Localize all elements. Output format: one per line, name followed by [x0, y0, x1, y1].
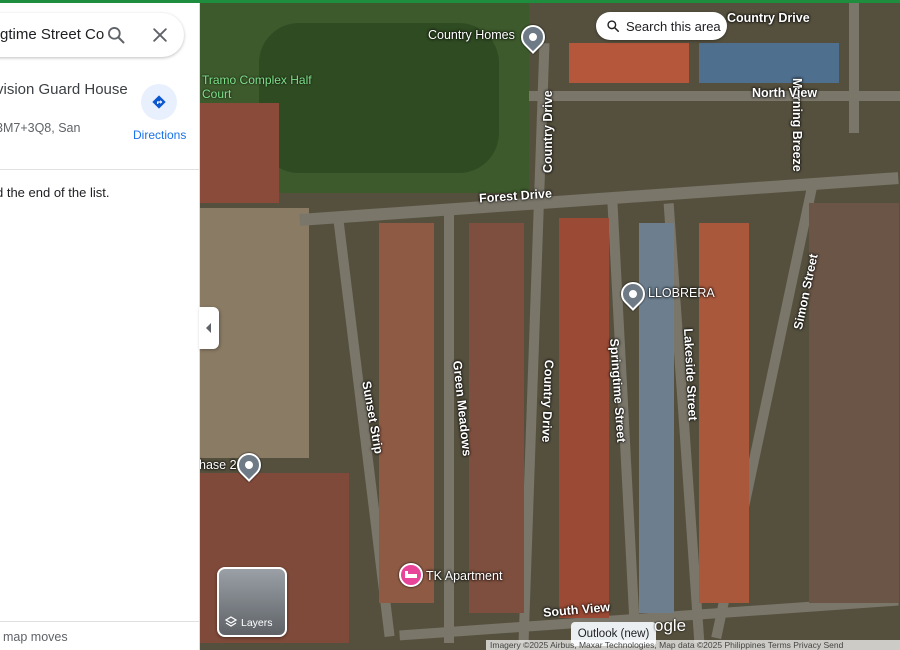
google-logo: ogle — [654, 616, 687, 635]
rooftops — [379, 223, 434, 603]
bed-icon — [405, 571, 417, 578]
poi-label-tk-apartment[interactable]: TK Apartment — [426, 569, 502, 583]
map-canvas[interactable]: Search this area Country Homes Tramo Com… — [199, 3, 900, 650]
layers-button[interactable]: Layers — [217, 567, 287, 637]
panel-divider — [0, 169, 199, 170]
street-label-country-drive-vertical: Country Drive — [541, 90, 555, 173]
side-panel: gtime Street Co vision Guard House 3M7+3… — [0, 3, 200, 650]
layers-label: Layers — [241, 617, 273, 629]
street-label-country-drive-lower: Country Drive — [539, 359, 556, 443]
layers-icon — [225, 616, 237, 627]
rooftops — [699, 223, 749, 603]
update-results-text: map moves — [3, 630, 68, 644]
directions-label[interactable]: Directions — [133, 128, 186, 142]
street-label-country-drive: Country Drive — [727, 11, 810, 25]
place-plus-code: 3M7+3Q8, San — [0, 121, 81, 135]
rooftops — [469, 223, 524, 613]
rooftops — [569, 43, 689, 83]
rooftops — [639, 223, 674, 613]
search-input[interactable]: gtime Street Co — [0, 26, 104, 43]
road-north-view — [529, 91, 900, 101]
road-morning-breeze — [849, 3, 859, 133]
search-this-area-label: Search this area — [626, 18, 721, 34]
rooftops — [699, 43, 839, 83]
directions-icon — [152, 95, 166, 109]
map-attribution[interactable]: Imagery ©2025 Airbus, Maxar Technologies… — [486, 640, 900, 650]
chevron-left-icon — [206, 323, 211, 333]
poi-label-tramo-court[interactable]: Tramo Complex Half Court — [202, 73, 312, 101]
top-accent-bar — [0, 0, 900, 3]
collapse-panel-button[interactable] — [199, 307, 219, 349]
street-label-north-view: North View — [752, 86, 818, 100]
search-icon — [607, 20, 620, 33]
poi-label-llobrera[interactable]: LLOBRERA — [648, 286, 715, 300]
search-this-area-button[interactable]: Search this area — [596, 12, 727, 40]
list-end-message: d the end of the list. — [0, 185, 110, 200]
search-icon[interactable] — [106, 25, 126, 45]
search-box[interactable]: gtime Street Co — [0, 13, 184, 57]
rooftops — [199, 103, 279, 203]
update-results-note: map moves — [0, 621, 199, 644]
poi-label-phase2[interactable]: hase 2 — [199, 458, 237, 472]
hotel-pin-icon[interactable] — [399, 563, 423, 587]
poi-label-country-homes[interactable]: Country Homes — [428, 28, 515, 42]
close-icon[interactable] — [150, 25, 170, 45]
directions-button[interactable] — [141, 84, 177, 120]
place-title[interactable]: vision Guard House — [0, 81, 128, 98]
rooftops — [559, 218, 609, 618]
rooftops — [809, 203, 899, 603]
